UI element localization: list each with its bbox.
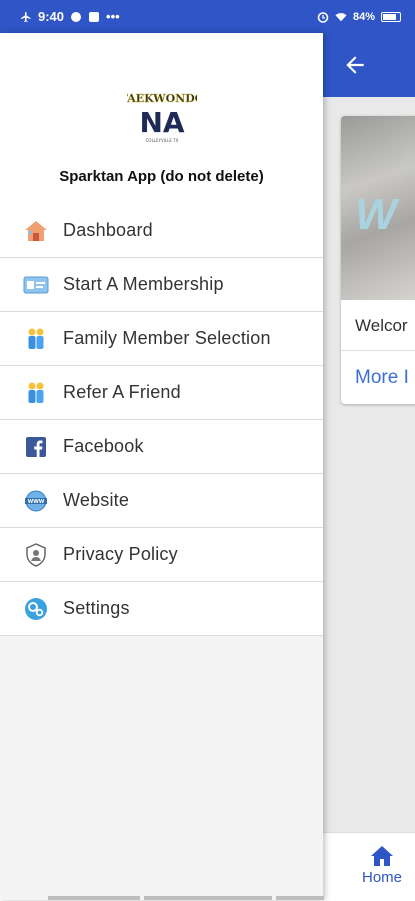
card-image: W bbox=[341, 116, 415, 300]
menu-label-privacy-policy: Privacy Policy bbox=[63, 544, 178, 564]
menu-label-family-member-selection: Family Member Selection bbox=[63, 328, 271, 348]
menu-item-start-membership[interactable]: Start A Membership bbox=[0, 258, 323, 312]
menu-item-privacy-policy[interactable]: Privacy Policy bbox=[0, 528, 323, 582]
menu-label-dashboard: Dashboard bbox=[63, 220, 153, 240]
status-bar: 9:40 ••• 84% bbox=[0, 0, 415, 33]
www-globe-icon: WWW bbox=[23, 488, 49, 514]
membership-card-icon bbox=[23, 272, 49, 298]
gesture-bar bbox=[276, 896, 324, 900]
svg-text:TAEKWONDO: TAEKWONDO bbox=[127, 92, 197, 105]
shield-icon bbox=[23, 542, 49, 568]
card-more-link[interactable]: More I bbox=[355, 367, 409, 389]
app-name: Sparktan App (do not delete) bbox=[59, 168, 264, 185]
card-divider bbox=[341, 350, 415, 351]
card-image-text: W bbox=[355, 190, 397, 239]
home-tab-label: Home bbox=[361, 869, 402, 886]
app-notification-icon bbox=[89, 11, 100, 22]
navigation-drawer: TAEKWONDO NA COLLEYVILLE TX Sparktan App… bbox=[0, 33, 323, 900]
menu-label-refer-friend: Refer A Friend bbox=[63, 382, 181, 402]
svg-text:COLLEYVILLE TX: COLLEYVILLE TX bbox=[146, 138, 179, 143]
menu-item-dashboard[interactable]: Dashboard bbox=[0, 204, 323, 258]
welcome-card[interactable]: W Welcor More I bbox=[341, 116, 415, 404]
home-icon bbox=[371, 846, 393, 866]
house-icon bbox=[23, 218, 49, 244]
alarm-icon bbox=[317, 11, 329, 23]
svg-text:WWW: WWW bbox=[28, 499, 45, 505]
menu-item-family-member-selection[interactable]: Family Member Selection bbox=[0, 312, 323, 366]
drawer-header: TAEKWONDO NA COLLEYVILLE TX Sparktan App… bbox=[0, 33, 323, 204]
airplane-mode-icon bbox=[21, 11, 31, 22]
wifi-icon bbox=[335, 12, 347, 21]
status-right: 84% bbox=[317, 11, 401, 23]
back-arrow-icon[interactable] bbox=[342, 52, 368, 78]
family-icon bbox=[23, 326, 49, 352]
menu-item-website[interactable]: WWW Website bbox=[0, 474, 323, 528]
menu-item-settings[interactable]: Settings bbox=[0, 582, 323, 636]
notification-icon bbox=[71, 11, 82, 22]
card-welcome-text: Welcor bbox=[355, 316, 408, 335]
status-left: 9:40 ••• bbox=[20, 9, 120, 24]
drawer-menu: Dashboard Start A Membership Family Memb… bbox=[0, 204, 323, 636]
refer-friend-icon bbox=[23, 380, 49, 406]
menu-label-facebook: Facebook bbox=[63, 436, 144, 456]
status-more-dots: ••• bbox=[106, 9, 120, 24]
gesture-bar bbox=[48, 896, 140, 900]
menu-item-facebook[interactable]: Facebook bbox=[0, 420, 323, 474]
menu-label-settings: Settings bbox=[63, 598, 130, 618]
home-tab[interactable]: Home bbox=[356, 845, 408, 891]
menu-label-website: Website bbox=[63, 490, 130, 510]
menu-label-start-membership: Start A Membership bbox=[63, 274, 224, 294]
gesture-bar bbox=[144, 896, 272, 900]
battery-icon bbox=[381, 11, 401, 22]
battery-percent: 84% bbox=[352, 10, 375, 23]
facebook-icon bbox=[23, 434, 49, 460]
gear-icon bbox=[23, 596, 49, 622]
menu-item-refer-friend[interactable]: Refer A Friend bbox=[0, 366, 323, 420]
svg-text:NA: NA bbox=[139, 106, 184, 139]
taekwondo-logo: TAEKWONDO NA COLLEYVILLE TX bbox=[127, 92, 197, 143]
status-time: 9:40 bbox=[38, 9, 65, 24]
